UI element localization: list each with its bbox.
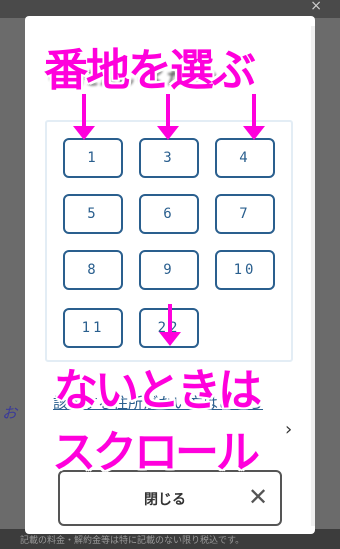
annotation-arrow-4 xyxy=(159,304,181,346)
footer-note: 記載の料金・解約金等は特に記載のない限り税込です。 xyxy=(20,536,245,546)
number-button-3[interactable]: 3 xyxy=(139,138,199,178)
number-button-11[interactable]: 11 xyxy=(63,308,123,348)
modal-scrollbar[interactable] xyxy=(311,26,315,526)
chevron-right-icon: › xyxy=(285,419,293,440)
annotation-title: 番地を選ぶ xyxy=(44,45,256,96)
annotation-scroll: スクロール xyxy=(52,427,260,478)
close-button-label: 閉じる xyxy=(144,492,186,508)
number-button-7[interactable]: 7 xyxy=(215,194,275,234)
number-button-8[interactable]: 8 xyxy=(63,250,123,290)
number-button-9[interactable]: 9 xyxy=(139,250,199,290)
background-link-fragment: お xyxy=(2,404,18,422)
annotation-arrow-1 xyxy=(73,94,95,140)
annotation-arrow-2 xyxy=(157,94,179,140)
close-icon: ✕ xyxy=(248,483,269,511)
annotation-none-case: ないときは xyxy=(54,365,262,416)
number-button-4[interactable]: 4 xyxy=(215,138,275,178)
background-close-icon: × xyxy=(310,0,322,14)
annotation-arrow-3 xyxy=(243,94,265,140)
number-button-6[interactable]: 6 xyxy=(139,194,199,234)
number-button-10[interactable]: 10 xyxy=(215,250,275,290)
number-button-5[interactable]: 5 xyxy=(63,194,123,234)
number-button-1[interactable]: 1 xyxy=(63,138,123,178)
